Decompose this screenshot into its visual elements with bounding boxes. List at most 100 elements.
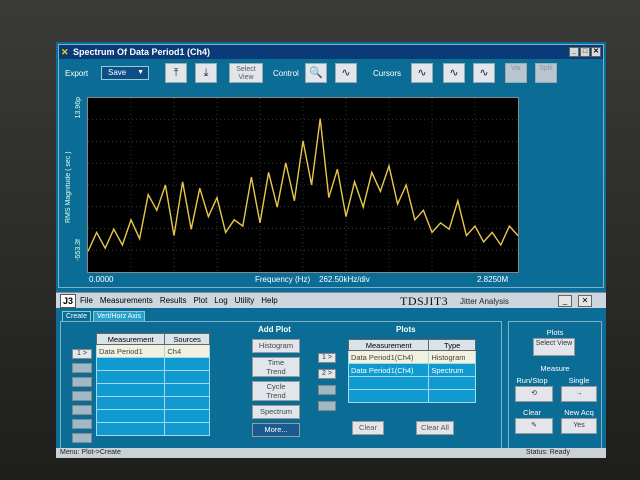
measurement-row-select-4[interactable] xyxy=(72,391,92,401)
plot-row-select-2[interactable]: 2 > xyxy=(318,369,336,379)
measurement-row-select-2[interactable] xyxy=(72,363,92,373)
status-bar: Menu: Plot->Create Status: Ready xyxy=(56,448,606,458)
plot-measurement-cell[interactable]: Data Period1(Ch4) xyxy=(347,363,430,377)
table-row[interactable] xyxy=(95,422,210,436)
more-button[interactable]: More... xyxy=(252,423,300,437)
measurement-cell[interactable] xyxy=(95,422,166,436)
menu-path: Menu: Plot->Create xyxy=(60,449,121,456)
window-titlebar[interactable]: ✕ Spectrum Of Data Period1 (Ch4) _ □ ✕ xyxy=(59,45,603,59)
table-row[interactable] xyxy=(347,376,476,390)
maximize-button[interactable]: □ xyxy=(580,47,590,57)
plot-row-select-3[interactable] xyxy=(318,385,336,395)
x-end-label: 2.8250M xyxy=(477,275,509,284)
measurement-cell[interactable] xyxy=(95,396,166,410)
right-plots-title: Plots xyxy=(546,328,564,337)
measure-title: Measure xyxy=(540,364,570,373)
histogram-button[interactable]: Histogram xyxy=(252,339,300,353)
menu-help[interactable]: Help xyxy=(261,296,277,305)
measurement-row-select-3[interactable] xyxy=(72,377,92,387)
table-row[interactable] xyxy=(95,370,210,384)
split-button[interactable]: Split xyxy=(535,63,557,83)
source-cell[interactable] xyxy=(164,396,210,410)
clear-all-plots-button[interactable]: Clear All xyxy=(416,421,454,435)
source-cell[interactable]: Ch4 xyxy=(164,344,210,358)
minimize-button[interactable]: _ xyxy=(569,47,579,57)
cursor-hbar-icon[interactable]: ∿ xyxy=(473,63,495,83)
add-plot-title: Add Plot xyxy=(258,325,291,334)
var-button[interactable]: Var xyxy=(505,63,527,83)
table-row[interactable]: Data Period1(Ch4) Spectrum xyxy=(347,363,476,377)
run-stop-icon[interactable]: ⟲ xyxy=(515,386,553,402)
export-value: Save xyxy=(108,68,127,77)
clear-results-icon[interactable]: ✎ xyxy=(515,418,553,434)
cycle-trend-button[interactable]: Cycle Trend xyxy=(252,381,300,401)
cursors-label: Cursors xyxy=(373,69,402,78)
app-menubar: J3 File Measurements Results Plot Log Ut… xyxy=(56,292,606,308)
source-cell[interactable] xyxy=(164,357,210,371)
source-cell[interactable] xyxy=(164,409,210,423)
export-dropdown[interactable]: Save ▼ xyxy=(101,66,149,80)
measurement-row-select-6[interactable] xyxy=(72,419,92,429)
measurement-cell[interactable]: Data Period1 xyxy=(95,344,166,358)
measurement-cell[interactable] xyxy=(95,357,166,371)
right-select-view-button[interactable]: Select View xyxy=(533,338,575,356)
table-row[interactable] xyxy=(95,409,210,423)
spectrum-button[interactable]: Spectrum xyxy=(252,405,300,419)
table-row[interactable]: Data Period1(Ch4) Histogram xyxy=(347,350,476,364)
new-acq-yes-button[interactable]: Yes xyxy=(561,418,597,434)
single-run-icon[interactable]: → xyxy=(561,386,597,402)
x-scale-label: 262.50kHz/div xyxy=(319,275,370,284)
export-plot-icon[interactable]: ⤒ xyxy=(165,63,187,83)
select-view-button[interactable]: Select View xyxy=(229,63,263,83)
cursor-vbar-icon[interactable]: ∿ xyxy=(443,63,465,83)
spectrum-svg xyxy=(87,98,519,272)
right-control-panel: Plots Select View Measure Run/Stop Singl… xyxy=(508,321,602,449)
menu-measurements[interactable]: Measurements xyxy=(100,296,153,305)
plot-create-panel: Create Vert/Horz Axis 1 > Measurement So… xyxy=(56,309,606,449)
plot-type-cell[interactable] xyxy=(428,389,476,403)
close-button[interactable]: ✕ xyxy=(591,47,601,57)
plot-measurement-cell[interactable] xyxy=(347,389,430,403)
spectrum-plot[interactable] xyxy=(87,97,519,273)
source-cell[interactable] xyxy=(164,383,210,397)
table-row[interactable] xyxy=(95,396,210,410)
table-row[interactable] xyxy=(95,357,210,371)
source-cell[interactable] xyxy=(164,422,210,436)
import-plot-icon[interactable]: ⤓ xyxy=(195,63,217,83)
cursor-wave-icon[interactable]: ∿ xyxy=(411,63,433,83)
time-trend-button[interactable]: Time Trend xyxy=(252,357,300,377)
app-close-button[interactable]: ✕ xyxy=(578,295,592,307)
oscilloscope-screen: ✕ Spectrum Of Data Period1 (Ch4) _ □ ✕ E… xyxy=(56,42,606,458)
waveform-icon[interactable]: ∿ xyxy=(335,63,357,83)
clear-measure-label: Clear xyxy=(523,408,541,417)
measurement-row-select-7[interactable] xyxy=(72,433,92,443)
plot-type-cell[interactable] xyxy=(428,376,476,390)
menu-file[interactable]: File xyxy=(80,296,93,305)
plot-row-select-4[interactable] xyxy=(318,401,336,411)
app-minimize-button[interactable]: _ xyxy=(558,295,572,307)
plot-frame: 13.96p RMS Magnitude ( sec ) -553.3f 0.0… xyxy=(59,87,603,287)
menu-plot[interactable]: Plot xyxy=(194,296,208,305)
menu-results[interactable]: Results xyxy=(160,296,187,305)
new-acq-label: New Acq xyxy=(564,408,594,417)
menu-log[interactable]: Log xyxy=(214,296,227,305)
plot-measurement-cell[interactable]: Data Period1(Ch4) xyxy=(347,350,430,364)
measurement-cell[interactable] xyxy=(95,383,166,397)
plot-type-cell[interactable]: Histogram xyxy=(428,350,476,364)
plots-table: Measurement Type Data Period1(Ch4) Histo… xyxy=(347,339,476,403)
source-cell[interactable] xyxy=(164,370,210,384)
menu-utility[interactable]: Utility xyxy=(235,296,255,305)
measurement-row-select-1[interactable]: 1 > xyxy=(72,349,92,359)
table-row[interactable] xyxy=(95,383,210,397)
measurement-row-select-5[interactable] xyxy=(72,405,92,415)
table-row[interactable]: Data Period1 Ch4 xyxy=(95,344,210,358)
y-min-label: -553.3f xyxy=(75,239,82,261)
plot-measurement-cell[interactable] xyxy=(347,376,430,390)
plot-type-cell[interactable]: Spectrum xyxy=(428,363,476,377)
measurement-cell[interactable] xyxy=(95,370,166,384)
plot-row-select-1[interactable]: 1 > xyxy=(318,353,336,363)
measurement-cell[interactable] xyxy=(95,409,166,423)
zoom-icon[interactable]: 🔍 xyxy=(305,63,327,83)
clear-plot-button[interactable]: Clear xyxy=(352,421,384,435)
table-row[interactable] xyxy=(347,389,476,403)
